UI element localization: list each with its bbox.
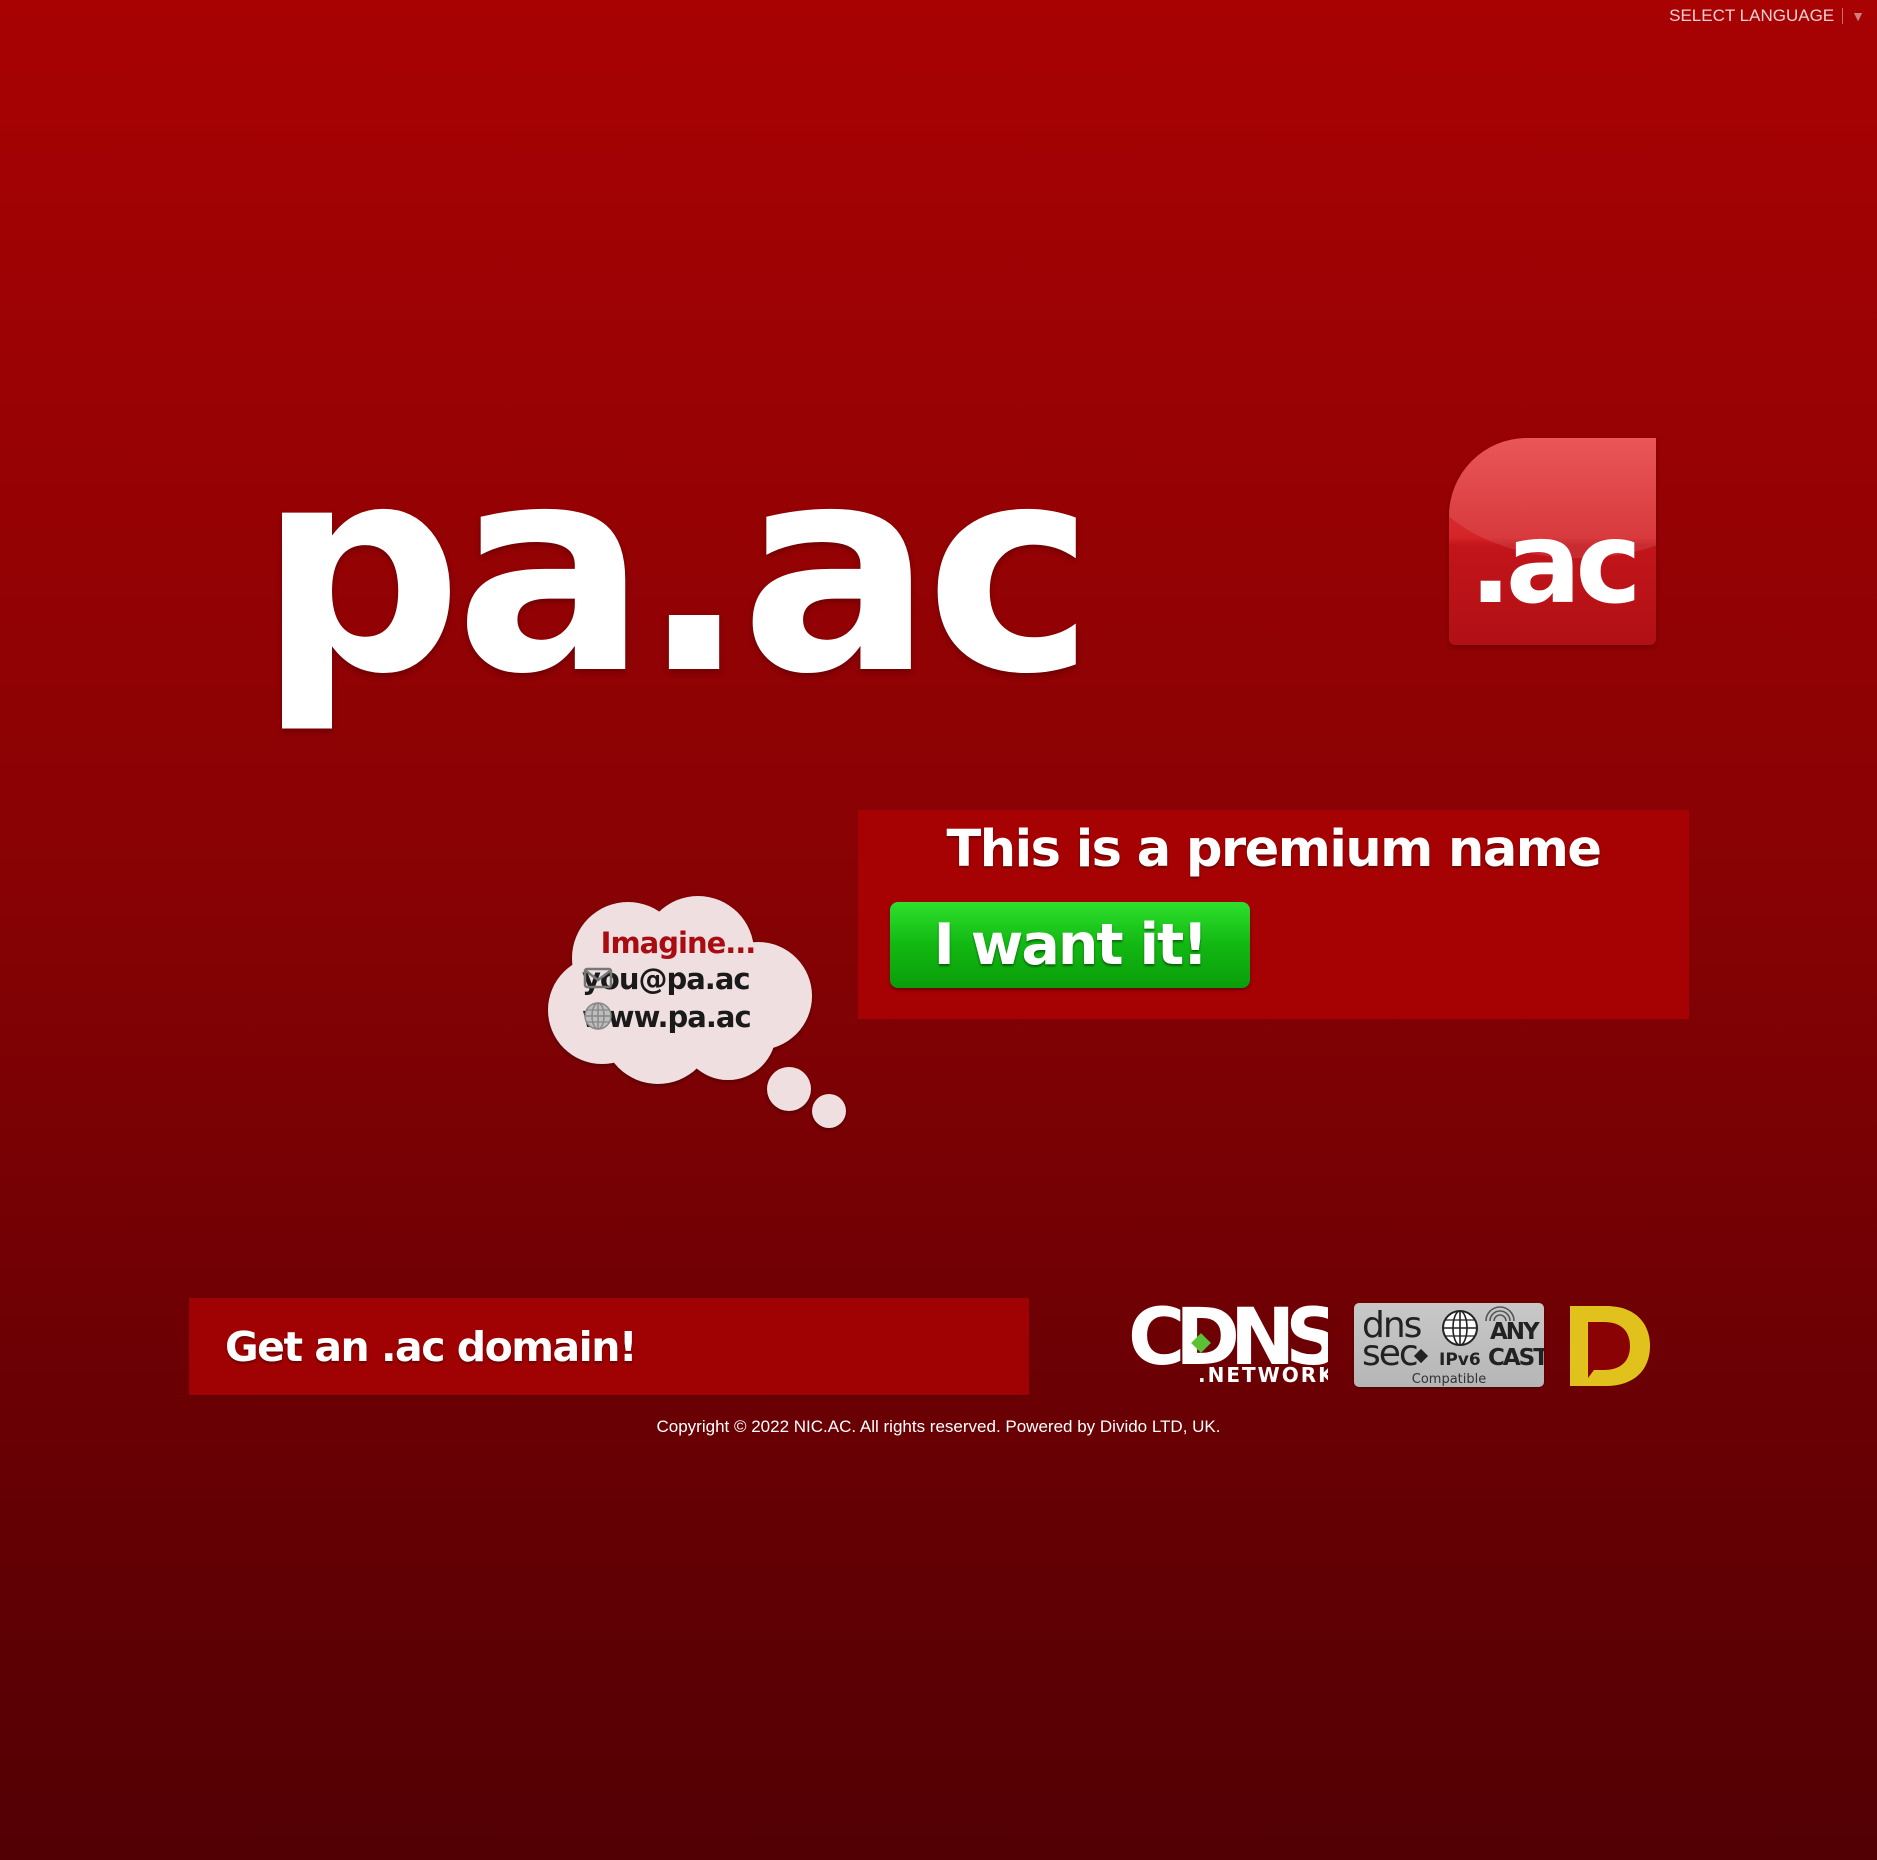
language-selector[interactable]: SELECT LANGUAGE ▼ (1669, 6, 1865, 26)
sec-text: sec (1362, 1333, 1417, 1374)
premium-panel: This is a premium name I want it! (858, 810, 1689, 1019)
divido-logo[interactable] (1566, 1300, 1652, 1390)
thought-bubble-large (767, 1067, 811, 1111)
footer-copyright: Copyright © 2022 NIC.AC. All rights rese… (656, 1417, 1221, 1436)
globe-icon (1442, 1310, 1478, 1346)
domain-name-heading: pa.ac (258, 405, 1095, 737)
dropdown-arrow-icon: ▼ (1851, 8, 1865, 24)
envelope-icon (583, 967, 613, 989)
website-example: www.pa.ac (582, 1000, 752, 1034)
thought-cloud: Imagine... you@pa.ac www.pa.ac (540, 892, 816, 1088)
ac-tld-logo-text: .ac (1469, 499, 1642, 629)
cast-text: CAST (1488, 1345, 1544, 1371)
thought-bubble-small (812, 1094, 846, 1128)
i-want-it-button[interactable]: I want it! (890, 902, 1250, 988)
globe-icon (584, 1002, 612, 1030)
ipv6-text: IPv6 (1439, 1350, 1481, 1370)
cdns-network-text: .NETWORK (1198, 1363, 1328, 1386)
email-example: you@pa.ac (582, 962, 751, 996)
imagine-heading: Imagine... (600, 926, 757, 960)
language-selector-divider (1842, 8, 1844, 24)
get-ac-domain-label: Get an .ac domain! (225, 1322, 638, 1371)
get-ac-domain-link[interactable]: Get an .ac domain! (189, 1298, 1029, 1395)
compatible-text: Compatible (1412, 1372, 1486, 1387)
language-selector-label: SELECT LANGUAGE (1669, 6, 1835, 25)
premium-title: This is a premium name (946, 820, 1602, 879)
any-text: ANY (1490, 1319, 1540, 1345)
cdns-network-logo[interactable]: CDNS .NETWORK (1128, 1302, 1328, 1386)
dnssec-ipv6-anycast-badge: dns sec IPv6 ANY CAST Compatible (1354, 1303, 1551, 1387)
ac-tld-logo: .ac (1449, 438, 1656, 645)
